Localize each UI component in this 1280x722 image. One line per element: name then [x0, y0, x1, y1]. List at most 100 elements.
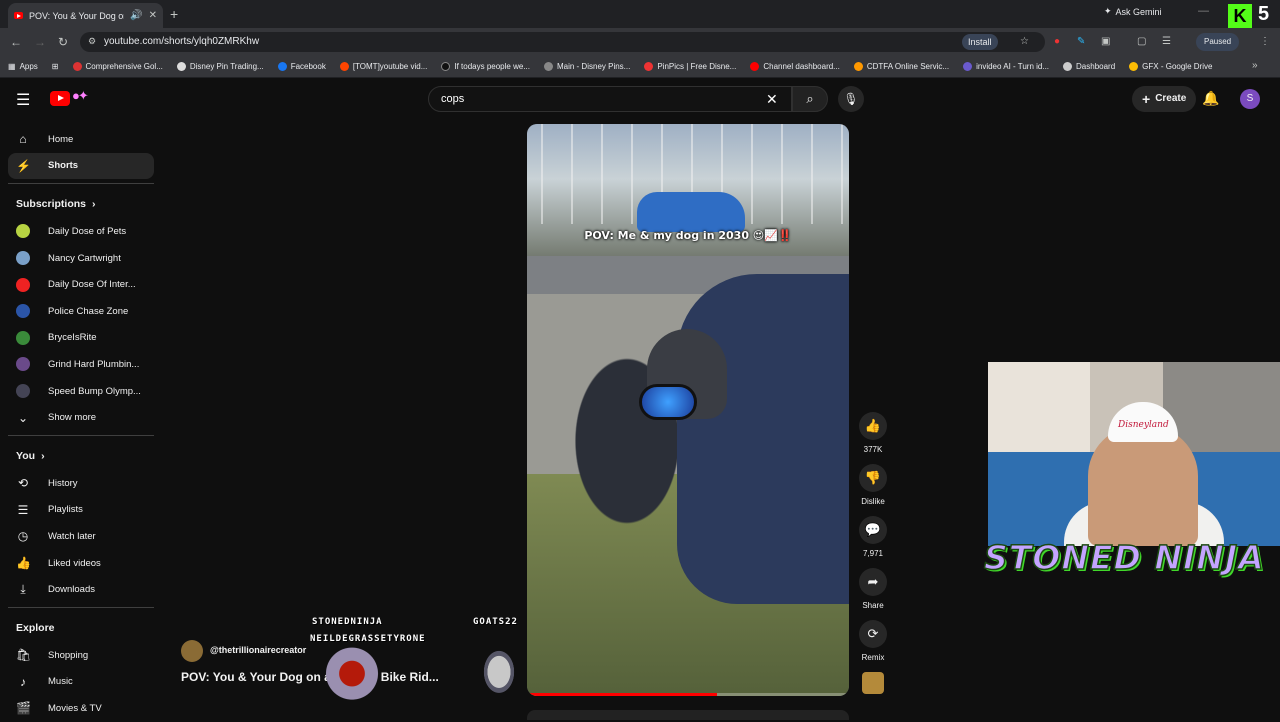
- you-list: ⟲ History ☰ Playlists ◷ Watch later 👍 Liked vid…: [8, 470, 154, 603]
- sidebar: ⌂ Home ⚡ Shorts Subscriptions › Daily Do…: [8, 126, 154, 722]
- extension-red-icon[interactable]: ●: [1054, 36, 1060, 47]
- bookmark-item[interactable]: GFX - Google Drive: [1129, 62, 1212, 71]
- remix-button[interactable]: ⟳ Remix: [858, 620, 888, 662]
- sidebar-item-label: Playlists: [48, 504, 83, 516]
- hamburger-menu-icon[interactable]: ☰: [16, 90, 32, 110]
- youtube-doodle-icon[interactable]: ●✦: [72, 88, 89, 104]
- show-more-button[interactable]: ⌄ Show more: [8, 404, 154, 431]
- bookmark-item[interactable]: Dashboard: [1063, 62, 1115, 71]
- youtube-logo-icon[interactable]: [50, 91, 70, 106]
- sidebar-item-subscription[interactable]: Police Chase Zone: [8, 298, 154, 325]
- channel-thumbnail[interactable]: [862, 672, 884, 694]
- site-info-icon[interactable]: ⚙: [88, 36, 96, 47]
- sidebar-item-watch-later[interactable]: ◷ Watch later: [8, 523, 154, 550]
- search-button[interactable]: ⌕: [792, 86, 828, 112]
- voice-search-button[interactable]: 🎙: [838, 86, 864, 112]
- subscriptions-heading[interactable]: Subscriptions ›: [8, 190, 154, 218]
- bookmark-apps[interactable]: ▦ Apps: [8, 62, 38, 71]
- browser-menu-icon[interactable]: ⋮: [1260, 36, 1270, 47]
- sidebar-item-label: BryceIsRite: [48, 332, 97, 344]
- sidebar-item-music[interactable]: ♪ Music: [8, 669, 154, 696]
- next-short-preview[interactable]: [527, 710, 849, 720]
- search-input[interactable]: cops: [428, 86, 792, 112]
- close-tab-icon[interactable]: ✕: [149, 10, 157, 21]
- notifications-bell-icon[interactable]: 🔔: [1202, 90, 1219, 107]
- sidebar-item-label: Movies & TV: [48, 702, 102, 714]
- video-goggles: [639, 384, 697, 420]
- video-rider: [677, 274, 849, 604]
- extensions-puzzle-icon[interactable]: ▣: [1101, 36, 1110, 47]
- bookmark-label: If todays people we...: [454, 62, 530, 71]
- bookmark-item[interactable]: [TOMT]youtube vid...: [339, 62, 428, 71]
- forward-icon[interactable]: →: [34, 35, 46, 49]
- like-button[interactable]: 👍 377K: [858, 412, 888, 454]
- sidebar-item-home[interactable]: ⌂ Home: [8, 126, 154, 153]
- sidebar-item-label: Shorts: [48, 160, 79, 172]
- stream-viewer-label: STONEDNINJA: [312, 617, 383, 627]
- create-button[interactable]: + Create: [1132, 86, 1197, 112]
- bookmark-item[interactable]: invideo AI - Turn id...: [963, 62, 1049, 71]
- bookmark-item[interactable]: Main - Disney Pins...: [543, 62, 630, 71]
- sidebar-item-playlists[interactable]: ☰ Playlists: [8, 497, 154, 524]
- sidebar-item-subscription[interactable]: Speed Bump Olymp...: [8, 378, 154, 405]
- short-video-player[interactable]: POV: Me & my dog in 2030 😍📈‼️: [527, 124, 849, 696]
- ask-gemini-button[interactable]: ✦ Ask Gemini: [1104, 6, 1162, 17]
- short-title[interactable]: POV: You & Your Dog on a Sunday Bike Rid…: [181, 670, 439, 684]
- create-label: Create: [1155, 93, 1187, 104]
- comments-button[interactable]: 💬 7,971: [858, 516, 888, 558]
- bookmark-item[interactable]: If todays people we...: [441, 62, 530, 71]
- dislike-button[interactable]: 👎 Dislike: [858, 464, 888, 506]
- channel-name[interactable]: @thetrillionairecreator: [210, 645, 306, 655]
- channel-avatar[interactable]: [181, 640, 203, 662]
- bookmark-item[interactable]: PinPics | Free Disne...: [644, 62, 736, 71]
- clear-search-icon[interactable]: ✕: [766, 91, 778, 108]
- minimize-window-icon[interactable]: —: [1198, 5, 1209, 17]
- bookmark-item[interactable]: Disney Pin Trading...: [176, 62, 264, 71]
- browser-tab-active[interactable]: POV: You & Your Dog on a 🔊 ✕: [8, 3, 163, 28]
- bookmark-star-icon[interactable]: ☆: [1020, 36, 1029, 47]
- sidebar-item-shopping[interactable]: 🛍 Shopping: [8, 642, 154, 669]
- extension-blue-icon[interactable]: ✎: [1077, 36, 1085, 47]
- bookmark-item[interactable]: CDTFA Online Servic...: [853, 62, 949, 71]
- bookmark-item[interactable]: Channel dashboard...: [750, 62, 840, 71]
- remix-icon: ⟳: [859, 620, 887, 648]
- sidebar-item-label: Watch later: [48, 530, 96, 542]
- video-progress-fill: [527, 693, 717, 696]
- speaker-icon[interactable]: 🔊: [130, 10, 142, 21]
- sidebar-item-subscription[interactable]: Daily Dose of Pets: [8, 218, 154, 245]
- stream-avatar-sprite: [316, 644, 388, 718]
- sidebar-item-liked[interactable]: 👍 Liked videos: [8, 550, 154, 577]
- stream-brand-title: STONED NINJA: [983, 537, 1265, 578]
- tab-search-icon[interactable]: ▢: [1137, 36, 1146, 47]
- sidebar-item-label: Home: [48, 133, 74, 145]
- sidebar-item-download[interactable]: ⤓ Downloads: [8, 576, 154, 603]
- sidebar-item-subscription[interactable]: Daily Dose Of Inter...: [8, 271, 154, 298]
- bookmark-item[interactable]: Facebook: [277, 62, 326, 71]
- reload-icon[interactable]: ↻: [58, 35, 68, 49]
- install-app-button[interactable]: Install: [962, 34, 998, 50]
- new-tab-button[interactable]: +: [170, 6, 178, 22]
- sidebar-item-subscription[interactable]: BryceIsRite: [8, 325, 154, 352]
- profile-paused-button[interactable]: Paused: [1196, 33, 1240, 51]
- reading-list-icon[interactable]: ☰: [1162, 36, 1171, 47]
- bookmark-label: PinPics | Free Disne...: [657, 62, 737, 71]
- share-button[interactable]: ➦ Share: [858, 568, 888, 610]
- sidebar-item-subscription[interactable]: Nancy Cartwright: [8, 245, 154, 272]
- bookmark-favicon-icon: [644, 62, 654, 71]
- download-icon: ⤓: [20, 582, 26, 597]
- bookmark-label: Dashboard: [1076, 62, 1116, 71]
- back-icon[interactable]: ←: [10, 35, 22, 49]
- sidebar-item-subscription[interactable]: Grind Hard Plumbin...: [8, 351, 154, 378]
- bookmark-item[interactable]: ⊞: [52, 62, 59, 71]
- video-progress-bar[interactable]: [527, 693, 849, 696]
- sidebar-item-shorts[interactable]: ⚡ Shorts: [8, 152, 154, 180]
- address-bar[interactable]: youtube.com/shorts/ylqh0ZMRKhw: [80, 32, 1045, 52]
- gemini-sparkle-icon: ✦: [1104, 6, 1112, 16]
- bookmark-label: [TOMT]youtube vid...: [352, 62, 428, 71]
- account-avatar[interactable]: S: [1240, 89, 1260, 109]
- more-bookmarks-icon[interactable]: »: [1252, 60, 1258, 71]
- sidebar-item-history[interactable]: ⟲ History: [8, 470, 154, 497]
- sidebar-item-movies[interactable]: 🎬 Movies & TV: [8, 695, 154, 722]
- bookmark-item[interactable]: Comprehensive Gol...: [72, 62, 163, 71]
- you-heading[interactable]: You ›: [8, 442, 154, 470]
